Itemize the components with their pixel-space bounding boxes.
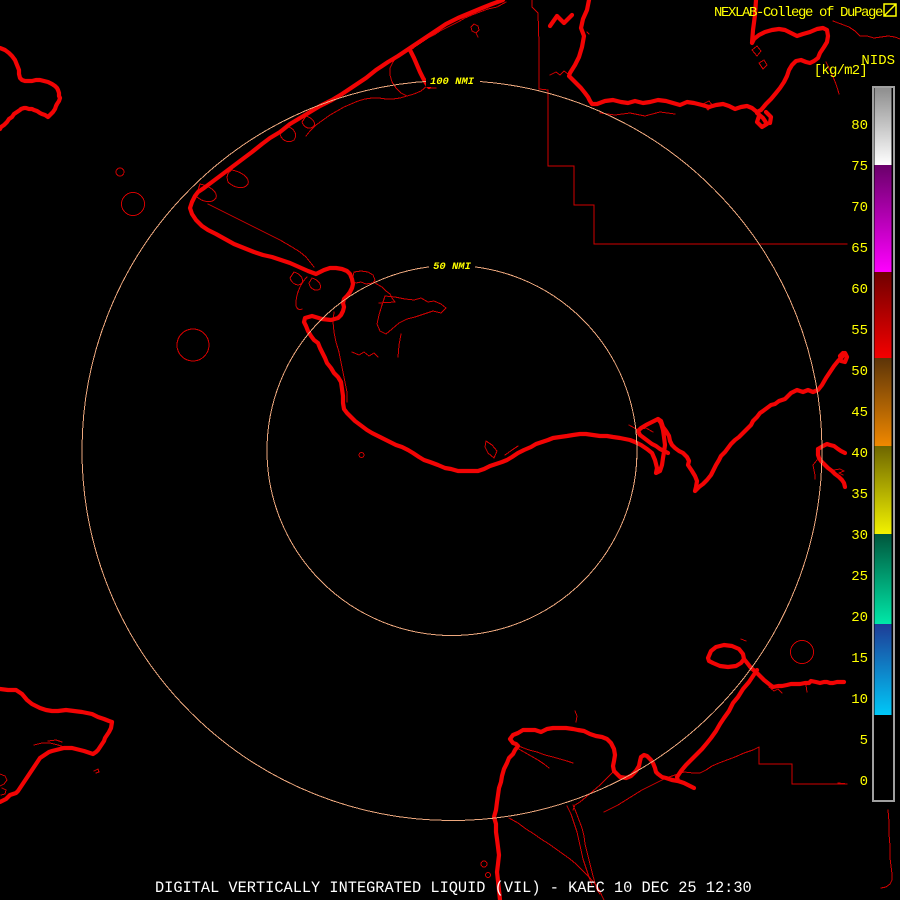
svg-text:100 NMI: 100 NMI: [430, 76, 475, 88]
svg-text:40: 40: [851, 446, 868, 462]
svg-text:10: 10: [851, 692, 868, 708]
svg-text:15: 15: [851, 651, 868, 667]
svg-text:50: 50: [851, 364, 868, 380]
svg-text:80: 80: [851, 118, 868, 134]
svg-text:45: 45: [851, 405, 868, 421]
svg-text:0: 0: [860, 774, 868, 790]
svg-text:20: 20: [851, 610, 868, 626]
svg-text:[kg/m2]: [kg/m2]: [814, 63, 867, 79]
svg-text:75: 75: [851, 159, 868, 175]
svg-text:50 NMI: 50 NMI: [433, 261, 472, 273]
svg-text:30: 30: [851, 528, 868, 544]
svg-text:35: 35: [851, 487, 868, 503]
svg-text:60: 60: [851, 282, 868, 298]
svg-text:NEXLAB-College of DuPage: NEXLAB-College of DuPage: [714, 5, 883, 21]
svg-text:70: 70: [851, 200, 868, 216]
svg-text:5: 5: [860, 733, 868, 749]
svg-text:55: 55: [851, 323, 868, 339]
svg-text:DIGITAL VERTICALLY INTEGRATED: DIGITAL VERTICALLY INTEGRATED LIQUID (VI…: [155, 879, 752, 897]
svg-text:25: 25: [851, 569, 868, 585]
svg-text:65: 65: [851, 241, 868, 257]
